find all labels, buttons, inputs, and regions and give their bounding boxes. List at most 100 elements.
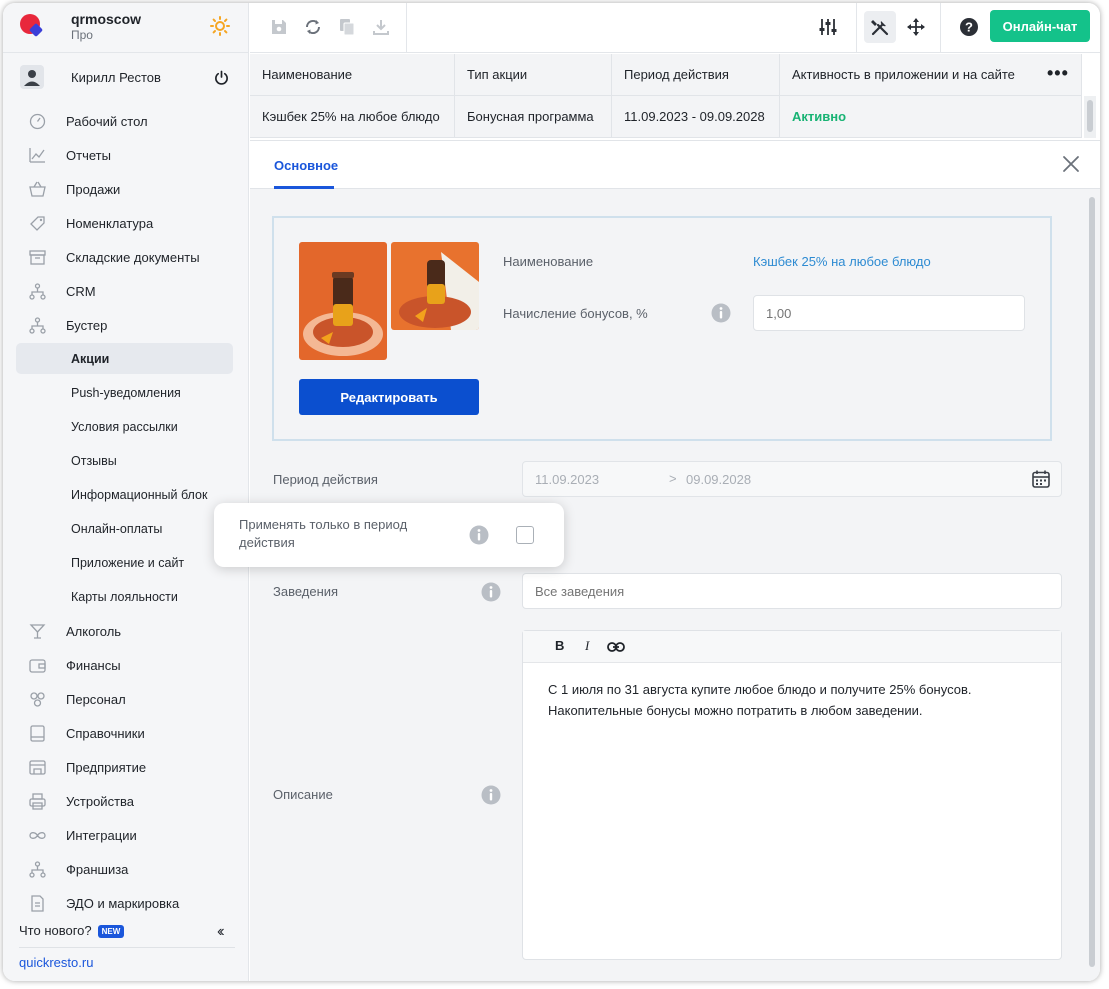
sidebar-subitem-promotions[interactable]: Акции	[3, 342, 249, 376]
sidebar-item-nomenclature[interactable]: Номенклатура	[3, 206, 249, 240]
sidebar-subitem-app-site[interactable]: Приложение и сайт	[3, 546, 249, 580]
hierarchy-icon	[29, 317, 46, 334]
sidebar-item-label: Продажи	[66, 182, 121, 197]
info-icon[interactable]	[481, 582, 501, 602]
sidebar-item-label: Акции	[71, 352, 110, 366]
apply-in-period-checkbox[interactable]	[516, 526, 534, 544]
sidebar-item-alcohol[interactable]: Алкоголь	[3, 614, 249, 648]
sidebar-subitem-online-payments[interactable]: Онлайн-оплаты	[3, 512, 249, 546]
sidebar-item-franchise[interactable]: Франшиза	[3, 852, 249, 886]
info-icon[interactable]	[469, 525, 489, 545]
sidebar-subitem-mailing-conditions[interactable]: Условия рассылки	[3, 410, 249, 444]
sidebar-item-label: Приложение и сайт	[71, 556, 185, 570]
description-line: С 1 июля по 31 августа купите любое блюд…	[548, 682, 972, 697]
more-options-icon[interactable]: •••	[1047, 64, 1069, 82]
promotion-card: Редактировать Наименование Кэшбек 25% на…	[272, 216, 1052, 441]
move-icon[interactable]	[906, 17, 926, 37]
site-link[interactable]: quickresto.ru	[19, 955, 93, 970]
top-toolbar: ? Онлайн-чат	[250, 3, 1100, 53]
promo-image-main[interactable]	[299, 242, 387, 360]
info-icon[interactable]	[481, 785, 501, 805]
sidebar-item-references[interactable]: Справочники	[3, 716, 249, 750]
sidebar-item-enterprise[interactable]: Предприятие	[3, 750, 249, 784]
bold-button[interactable]: B	[555, 638, 564, 653]
table-row[interactable]: Кэшбек 25% на любое блюдо Бонусная прогр…	[250, 96, 1082, 138]
promotion-name-link[interactable]: Кэшбек 25% на любое блюдо	[753, 254, 931, 269]
promotions-table: Наименование Тип акции Период действия А…	[250, 54, 1100, 140]
sidebar-item-edo[interactable]: ЭДО и маркировка	[3, 886, 249, 920]
period-date-range[interactable]: 11.09.2023 > 09.09.2028	[522, 461, 1062, 497]
description-text[interactable]: С 1 июля по 31 августа купите любое блюд…	[548, 679, 1048, 721]
new-badge: NEW	[97, 925, 125, 939]
sidebar-subitem-info-block[interactable]: Информационный блок	[3, 478, 249, 512]
date-to: 09.09.2028	[686, 472, 752, 487]
venues-input[interactable]	[522, 573, 1062, 609]
sidebar-item-finance[interactable]: Финансы	[3, 648, 249, 682]
edit-button[interactable]: Редактировать	[299, 379, 479, 415]
people-icon	[30, 692, 45, 707]
column-header-name[interactable]: Наименование	[250, 54, 455, 96]
copy-icon[interactable]	[337, 17, 357, 37]
status-badge: Активно	[780, 96, 1082, 138]
column-header-period[interactable]: Период действия	[612, 54, 780, 96]
date-range-arrow: >	[669, 471, 677, 486]
table-cell-type: Бонусная программа	[455, 96, 612, 138]
chart-icon	[29, 148, 45, 163]
sidebar-item-integrations[interactable]: Интеграции	[3, 818, 249, 852]
drink-image-icon	[299, 242, 387, 360]
refresh-icon[interactable]	[303, 17, 323, 37]
venues-label: Заведения	[273, 584, 339, 599]
link-icon[interactable]	[607, 640, 625, 654]
drink-image-icon	[391, 242, 479, 330]
printer-icon	[29, 793, 46, 810]
scrollbar-thumb[interactable]	[1087, 100, 1093, 132]
column-header-activity[interactable]: Активность в приложении и на сайте	[780, 54, 1082, 96]
panel-scrollbar[interactable]	[1086, 189, 1098, 981]
sidebar-item-staff[interactable]: Персонал	[3, 682, 249, 716]
sidebar-subitem-loyalty-cards[interactable]: Карты лояльности	[3, 580, 249, 614]
sidebar-item-crm[interactable]: CRM	[3, 274, 249, 308]
sidebar-item-sales[interactable]: Продажи	[3, 172, 249, 206]
table-header: Наименование Тип акции Период действия А…	[250, 54, 1082, 96]
user-name: Кирилл Рестов	[71, 70, 161, 85]
sidebar-item-label: Карты лояльности	[71, 590, 178, 604]
sidebar-subitem-push[interactable]: Push-уведомления	[3, 376, 249, 410]
sidebar-item-dashboard[interactable]: Рабочий стол	[3, 104, 249, 138]
help-icon[interactable]: ?	[959, 17, 979, 37]
active-highlight	[16, 343, 233, 374]
online-chat-button[interactable]: Онлайн-чат	[990, 10, 1090, 42]
organization-name[interactable]: qrmoscow	[71, 11, 141, 27]
user-row[interactable]: Кирилл Рестов	[3, 61, 249, 93]
editor-toolbar: B I	[523, 631, 1061, 663]
sun-icon[interactable]	[210, 16, 230, 36]
tab-main[interactable]: Основное	[274, 141, 338, 189]
hierarchy-icon	[29, 861, 46, 878]
column-header-type[interactable]: Тип акции	[455, 54, 612, 96]
close-icon[interactable]	[1062, 155, 1080, 173]
promo-image-secondary[interactable]	[391, 242, 479, 330]
tools-icon[interactable]	[870, 17, 890, 37]
description-editor[interactable]: B I С 1 июля по 31 августа купите любое …	[522, 630, 1062, 960]
download-icon[interactable]	[371, 17, 391, 37]
calendar-icon[interactable]	[1031, 469, 1051, 489]
bonus-percent-input[interactable]	[753, 295, 1025, 331]
description-label: Описание	[273, 787, 333, 802]
sidebar-item-reports[interactable]: Отчеты	[3, 138, 249, 172]
sidebar-item-booster[interactable]: Бустер	[3, 308, 249, 342]
sidebar-item-warehouse-docs[interactable]: Складские документы	[3, 240, 249, 274]
save-icon[interactable]	[269, 17, 289, 37]
sidebar-item-label: Справочники	[66, 726, 145, 741]
italic-button[interactable]: I	[585, 638, 589, 654]
sidebar-item-label: Персонал	[66, 692, 126, 707]
collapse-sidebar-icon[interactable]: ‹‹	[217, 923, 224, 941]
svg-text:?: ?	[965, 20, 973, 35]
sidebar-item-label: ЭДО и маркировка	[66, 896, 180, 911]
power-icon[interactable]	[214, 70, 229, 85]
table-scrollbar[interactable]	[1084, 96, 1096, 138]
sliders-icon[interactable]	[818, 17, 838, 37]
scrollbar-thumb[interactable]	[1089, 197, 1095, 967]
whats-new-link[interactable]: Что нового? NEW	[19, 923, 125, 939]
info-icon[interactable]	[711, 303, 731, 323]
sidebar-item-devices[interactable]: Устройства	[3, 784, 249, 818]
sidebar-subitem-reviews[interactable]: Отзывы	[3, 444, 249, 478]
